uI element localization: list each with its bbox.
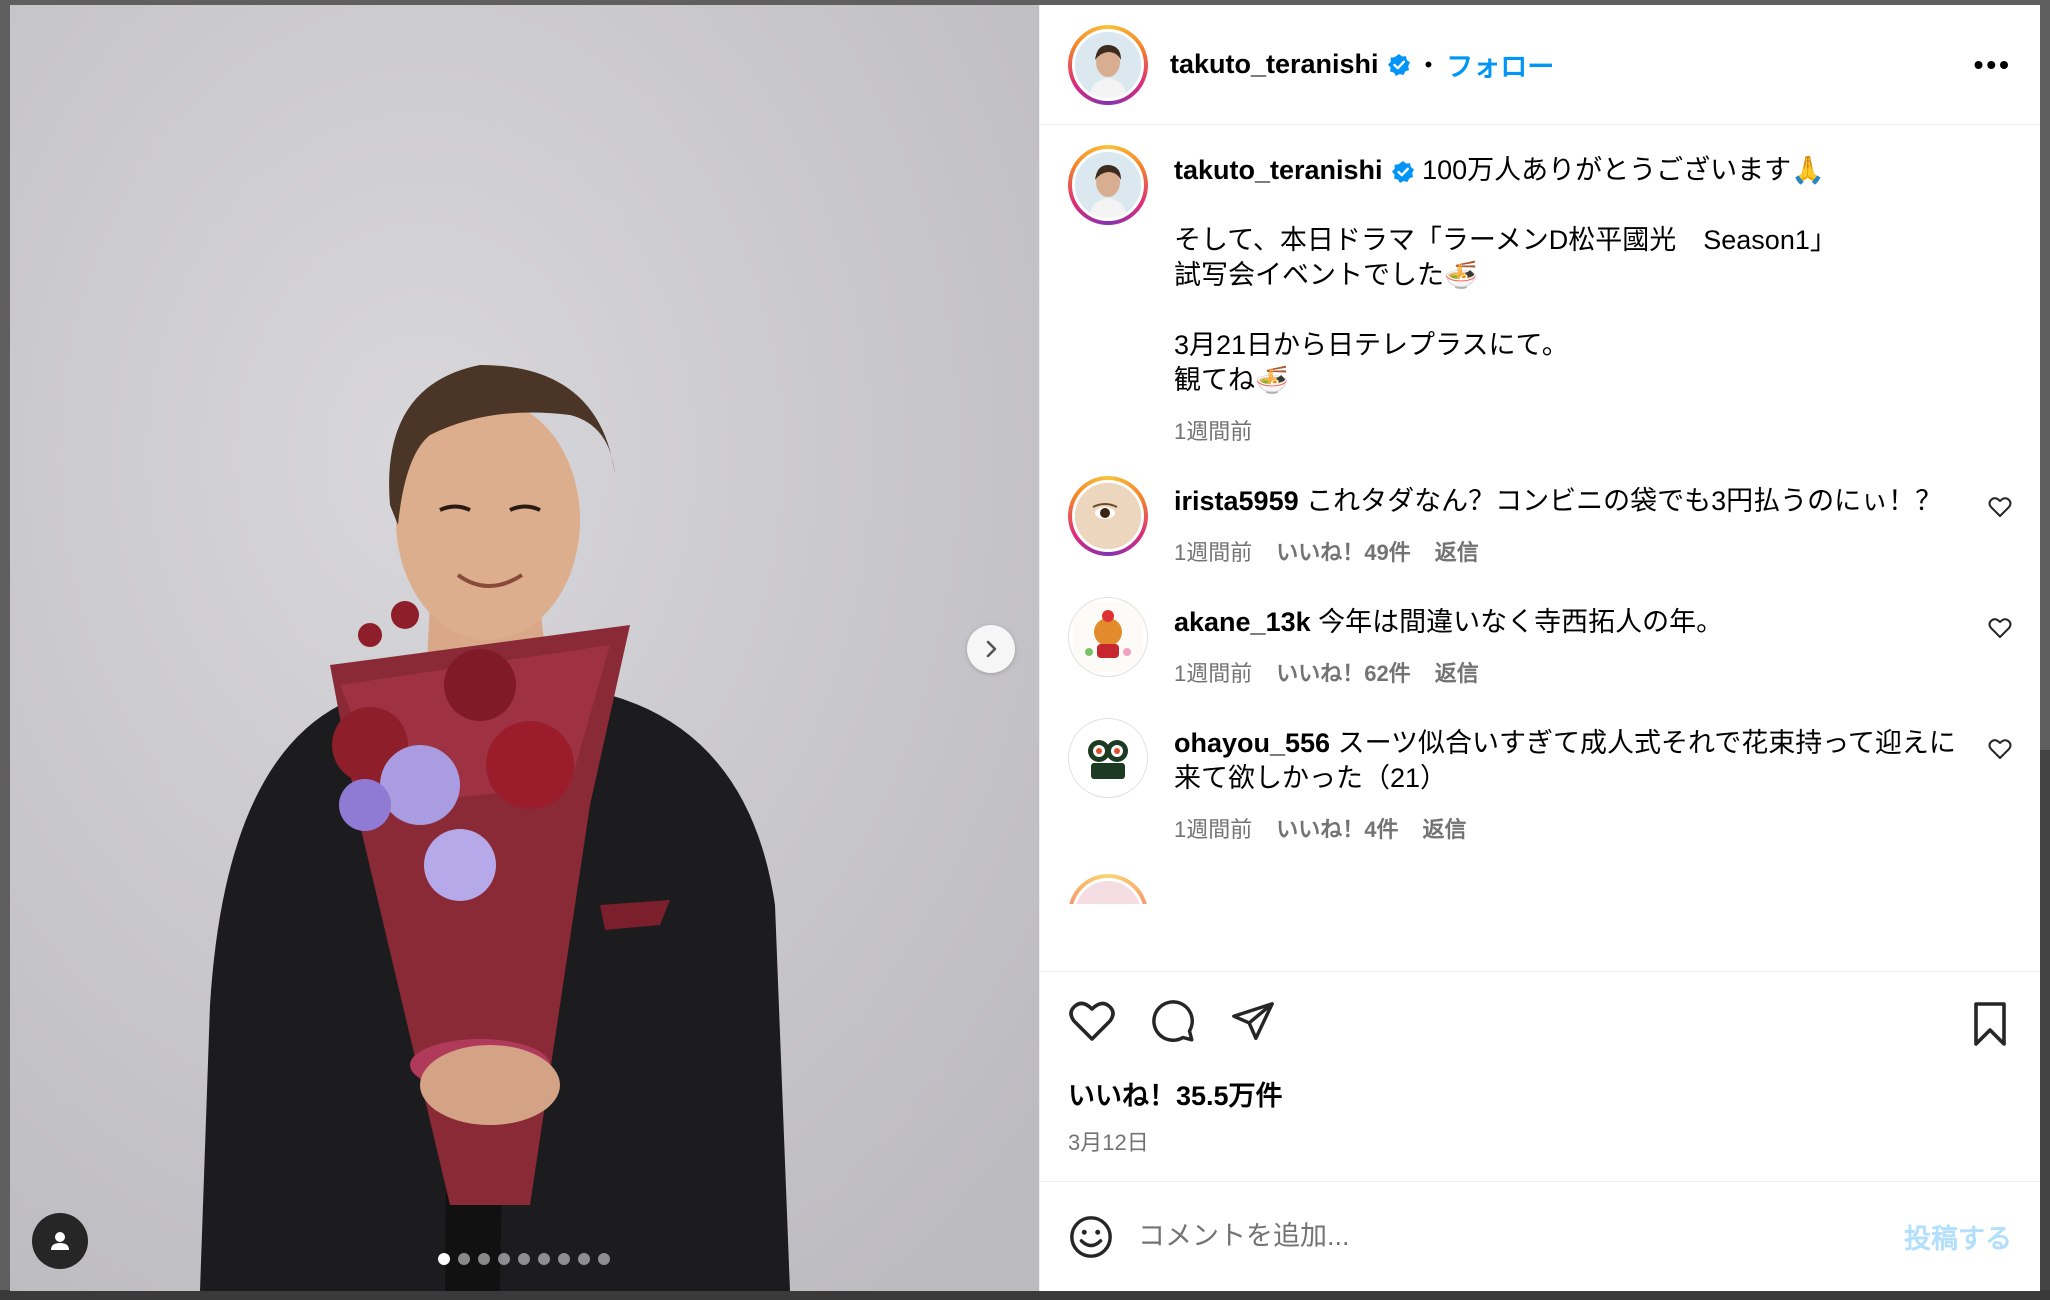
dot-separator: • (1424, 51, 1433, 77)
comment-username[interactable]: ohayou_556 (1174, 728, 1330, 758)
comment-avatar-image (1075, 483, 1141, 549)
verified-badge-icon (1387, 53, 1410, 76)
comment-time: 1週間前 (1174, 661, 1253, 686)
backdrop-strip (0, 1290, 2050, 1300)
reply-button[interactable]: 返信 (1435, 535, 1479, 567)
comment-likes[interactable]: いいね！49件 (1276, 535, 1410, 567)
comment-avatar[interactable] (1068, 718, 1148, 798)
author-username[interactable]: takuto_teranishi (1170, 49, 1379, 80)
post-header: takuto_teranishi • フォロー ••• (1040, 5, 2040, 125)
carousel-dots (438, 1253, 610, 1265)
comment-item: akane_13k 今年は間違いなく寺西拓人の年。 1週間前 いいね！62件 返… (1068, 597, 2012, 688)
caption-avatar-image (1075, 152, 1141, 218)
carousel-dot (498, 1253, 510, 1265)
comment-item-partial (1068, 874, 2012, 904)
heart-icon (1988, 618, 2012, 638)
carousel-dot (478, 1253, 490, 1265)
carousel-dot (598, 1253, 610, 1265)
reply-button[interactable]: 返信 (1435, 656, 1479, 688)
caption: takuto_teranishi 100万人ありがとうございます🙏 そして、本日… (1068, 145, 2012, 446)
next-image-button[interactable] (967, 625, 1015, 673)
share-icon[interactable] (1230, 998, 1276, 1044)
comment-time: 1週間前 (1174, 817, 1253, 842)
comment-avatar[interactable] (1068, 597, 1148, 677)
carousel-dot (458, 1253, 470, 1265)
comment-icon[interactable] (1150, 998, 1196, 1044)
author-avatar-image (1075, 31, 1141, 98)
comment-input[interactable] (1138, 1221, 1904, 1252)
backdrop-edge (2040, 750, 2050, 1290)
caption-time: 1週間前 (1174, 419, 1253, 444)
user-tag-button[interactable] (32, 1213, 88, 1269)
comment-item: ohayou_556 スーツ似合いすぎて成人式それで花束持って迎えに来て欲しかっ… (1068, 718, 2012, 844)
post-date[interactable]: 3月12日 (1068, 1125, 2012, 1157)
post-photo[interactable] (10, 5, 1039, 1291)
carousel-dot (538, 1253, 550, 1265)
caption-avatar[interactable] (1068, 145, 1148, 225)
carousel-dot (558, 1253, 570, 1265)
post-comment-button[interactable]: 投稿する (1904, 1217, 2012, 1256)
comment-like-button[interactable] (1988, 476, 2012, 567)
verified-badge-icon (1391, 160, 1414, 183)
comment-avatar-image (1073, 602, 1143, 672)
bookmark-icon (1974, 1002, 2006, 1046)
author-avatar[interactable] (1068, 24, 1148, 105)
post-actions: いいね！35.5万件 3月12日 (1040, 971, 2040, 1181)
comment-text: これタダなん？コンビニの袋でも3円払うのにぃ！？ (1306, 486, 1943, 516)
post-modal: takuto_teranishi • フォロー ••• takuto_teran… (10, 5, 2040, 1291)
carousel-dot (518, 1253, 530, 1265)
comment-avatar[interactable] (1068, 874, 1148, 904)
comments-list[interactable]: takuto_teranishi 100万人ありがとうございます🙏 そして、本日… (1040, 125, 2040, 971)
save-button[interactable] (1970, 1002, 2010, 1051)
comment-username[interactable]: akane_13k (1174, 607, 1311, 637)
follow-button[interactable]: フォロー (1446, 45, 1554, 84)
heart-icon (1988, 497, 2012, 517)
post-sidebar: takuto_teranishi • フォロー ••• takuto_teran… (1039, 5, 2040, 1291)
comment-time: 1週間前 (1174, 540, 1253, 565)
likes-count[interactable]: いいね！35.5万件 (1068, 1074, 2012, 1113)
chevron-right-icon (986, 640, 997, 658)
more-options-icon[interactable]: ••• (1974, 49, 2012, 81)
comment-avatar[interactable] (1068, 476, 1148, 556)
user-tag-icon (51, 1232, 69, 1250)
comment-like-button[interactable] (1988, 718, 2012, 844)
caption-username[interactable]: takuto_teranishi (1174, 155, 1383, 185)
heart-icon (1988, 739, 2012, 759)
carousel-dot (438, 1253, 450, 1265)
reply-button[interactable]: 返信 (1423, 812, 1467, 844)
add-comment-bar: 投稿する (1040, 1181, 2040, 1291)
comment-likes[interactable]: いいね！4件 (1276, 812, 1398, 844)
heart-icon[interactable] (1068, 999, 1116, 1043)
caption-text: 100万人ありがとうございます🙏 そして、本日ドラマ「ラーメンD松平國光 Sea… (1174, 155, 1837, 395)
comment-text: 今年は間違いなく寺西拓人の年。 (1318, 607, 1724, 637)
emoji-icon[interactable] (1068, 1214, 1114, 1260)
comment-avatar-image (1073, 723, 1143, 793)
comment-like-button[interactable] (1988, 597, 2012, 688)
carousel-dot (578, 1253, 590, 1265)
comment-username[interactable]: irista5959 (1174, 486, 1299, 516)
comment-likes[interactable]: いいね！62件 (1276, 656, 1410, 688)
comment-item: irista5959 これタダなん？コンビニの袋でも3円払うのにぃ！？ 1週間前… (1068, 476, 2012, 567)
photo-scene (10, 5, 1039, 1291)
